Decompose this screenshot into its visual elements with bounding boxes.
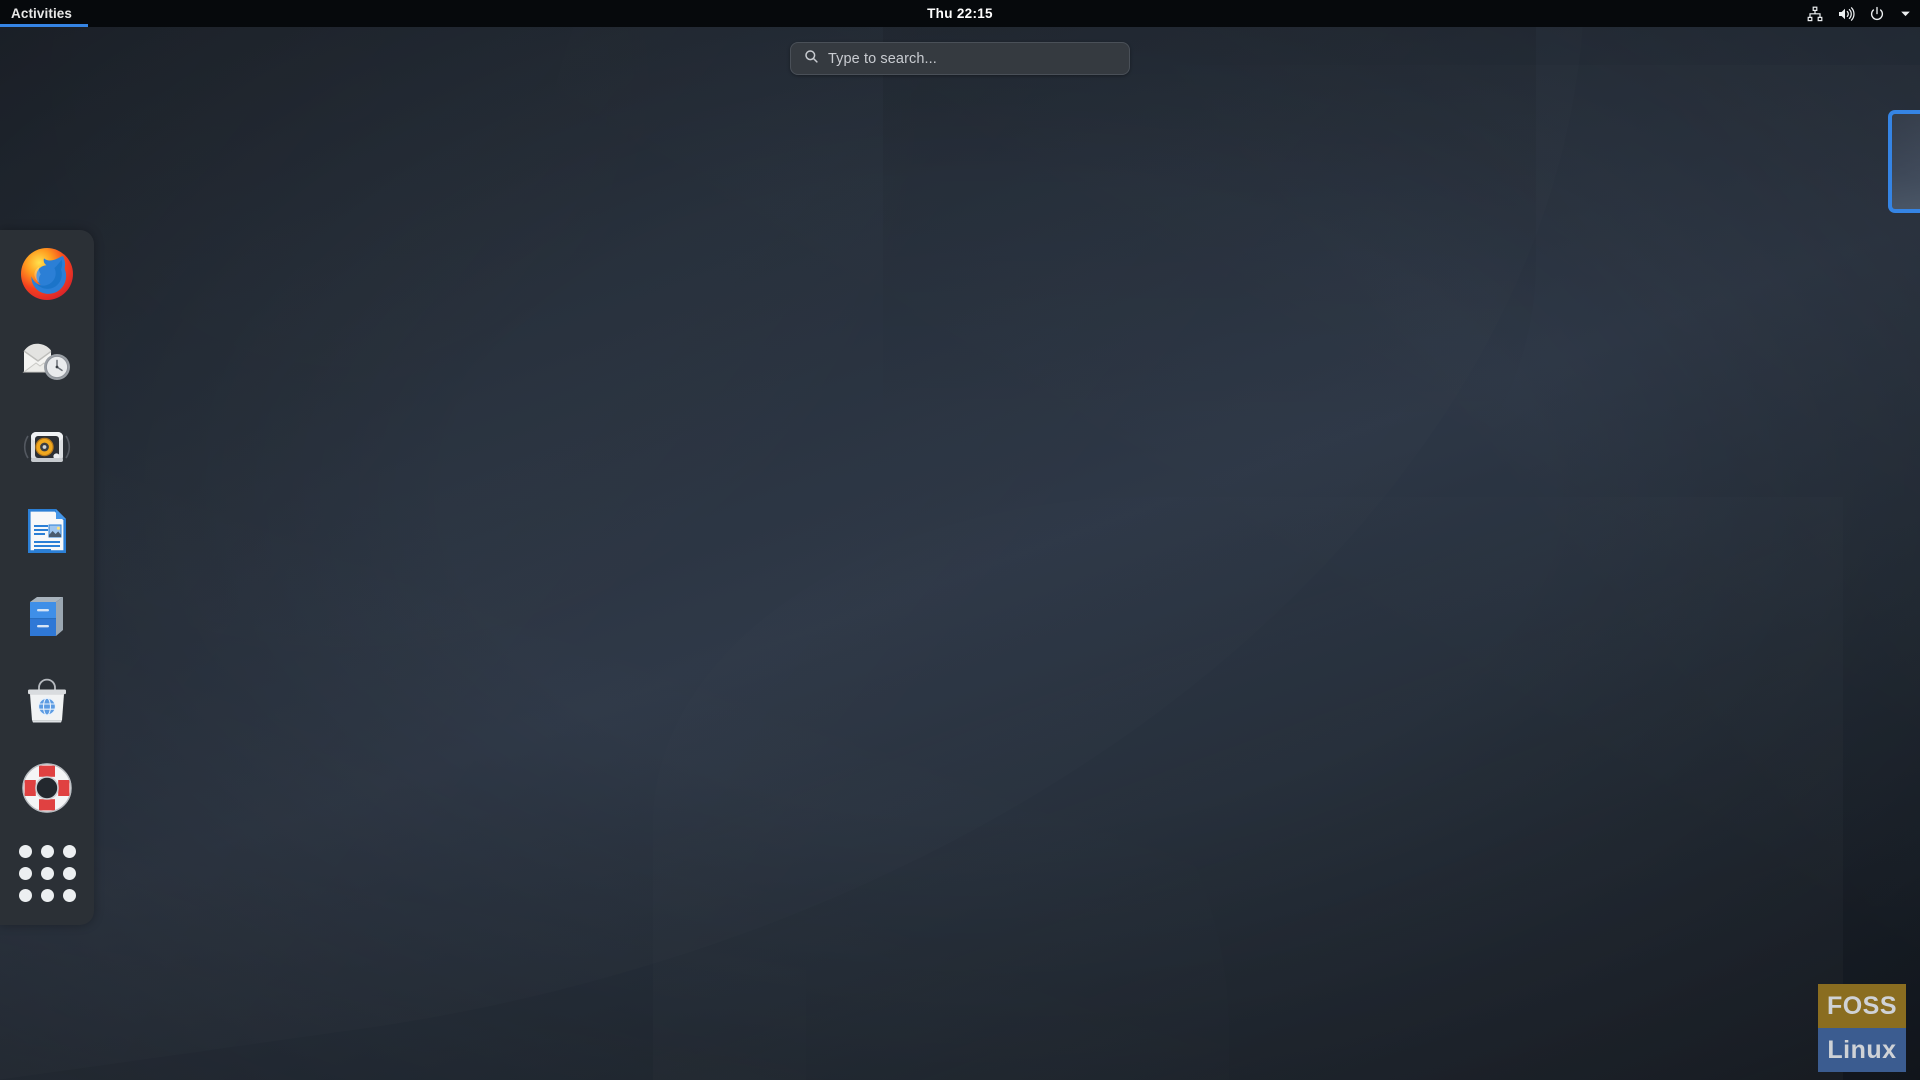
document-icon <box>19 503 75 559</box>
watermark-row-linux: Linux <box>1818 1028 1906 1072</box>
dock-panel <box>0 230 94 925</box>
clock-area: Thu 22:15 <box>0 0 1920 27</box>
clock-label[interactable]: Thu 22:15 <box>927 6 993 21</box>
dock-item-files[interactable] <box>12 583 82 652</box>
chevron-down-icon[interactable] <box>1899 7 1912 20</box>
firefox-icon <box>19 246 75 302</box>
activities-label: Activities <box>11 6 73 21</box>
dock-item-evolution[interactable] <box>12 326 82 395</box>
network-icon[interactable] <box>1807 6 1823 22</box>
search-placeholder: Type to search... <box>828 50 937 67</box>
top-bar: Activities Thu 22:15 <box>0 0 1920 27</box>
dock-item-libreoffice-writer[interactable] <box>12 497 82 566</box>
search-icon <box>804 49 819 69</box>
watermark: FOSS Linux <box>1818 984 1906 1072</box>
file-cabinet-icon <box>19 589 75 645</box>
activities-button[interactable]: Activities <box>0 0 88 27</box>
mail-clock-icon <box>19 332 75 388</box>
power-icon[interactable] <box>1869 6 1885 22</box>
dock-item-firefox[interactable] <box>12 240 82 309</box>
dock-item-help[interactable] <box>12 754 82 823</box>
volume-icon[interactable] <box>1837 6 1855 22</box>
search-area: Type to search... <box>0 42 1920 75</box>
dock-item-rhythmbox[interactable] <box>12 411 82 480</box>
system-status-area[interactable] <box>1807 0 1912 27</box>
search-input[interactable]: Type to search... <box>790 42 1130 75</box>
grid-dots-icon[interactable] <box>18 845 76 903</box>
dock-item-software[interactable] <box>12 668 82 737</box>
watermark-row-foss: FOSS <box>1818 984 1906 1028</box>
activities-active-underline <box>0 24 88 27</box>
lifebuoy-icon <box>19 760 75 816</box>
watermark-text-foss: FOSS <box>1826 991 1898 1020</box>
watermark-text-linux: Linux <box>1827 1035 1897 1064</box>
desktop-wallpaper[interactable] <box>0 0 1920 1080</box>
wallpaper-vignette <box>0 0 1920 1080</box>
workspace-thumbnail[interactable] <box>1888 110 1920 213</box>
media-player-icon <box>19 418 75 474</box>
show-applications-button[interactable] <box>12 839 82 908</box>
shopping-bag-globe-icon <box>19 674 75 730</box>
